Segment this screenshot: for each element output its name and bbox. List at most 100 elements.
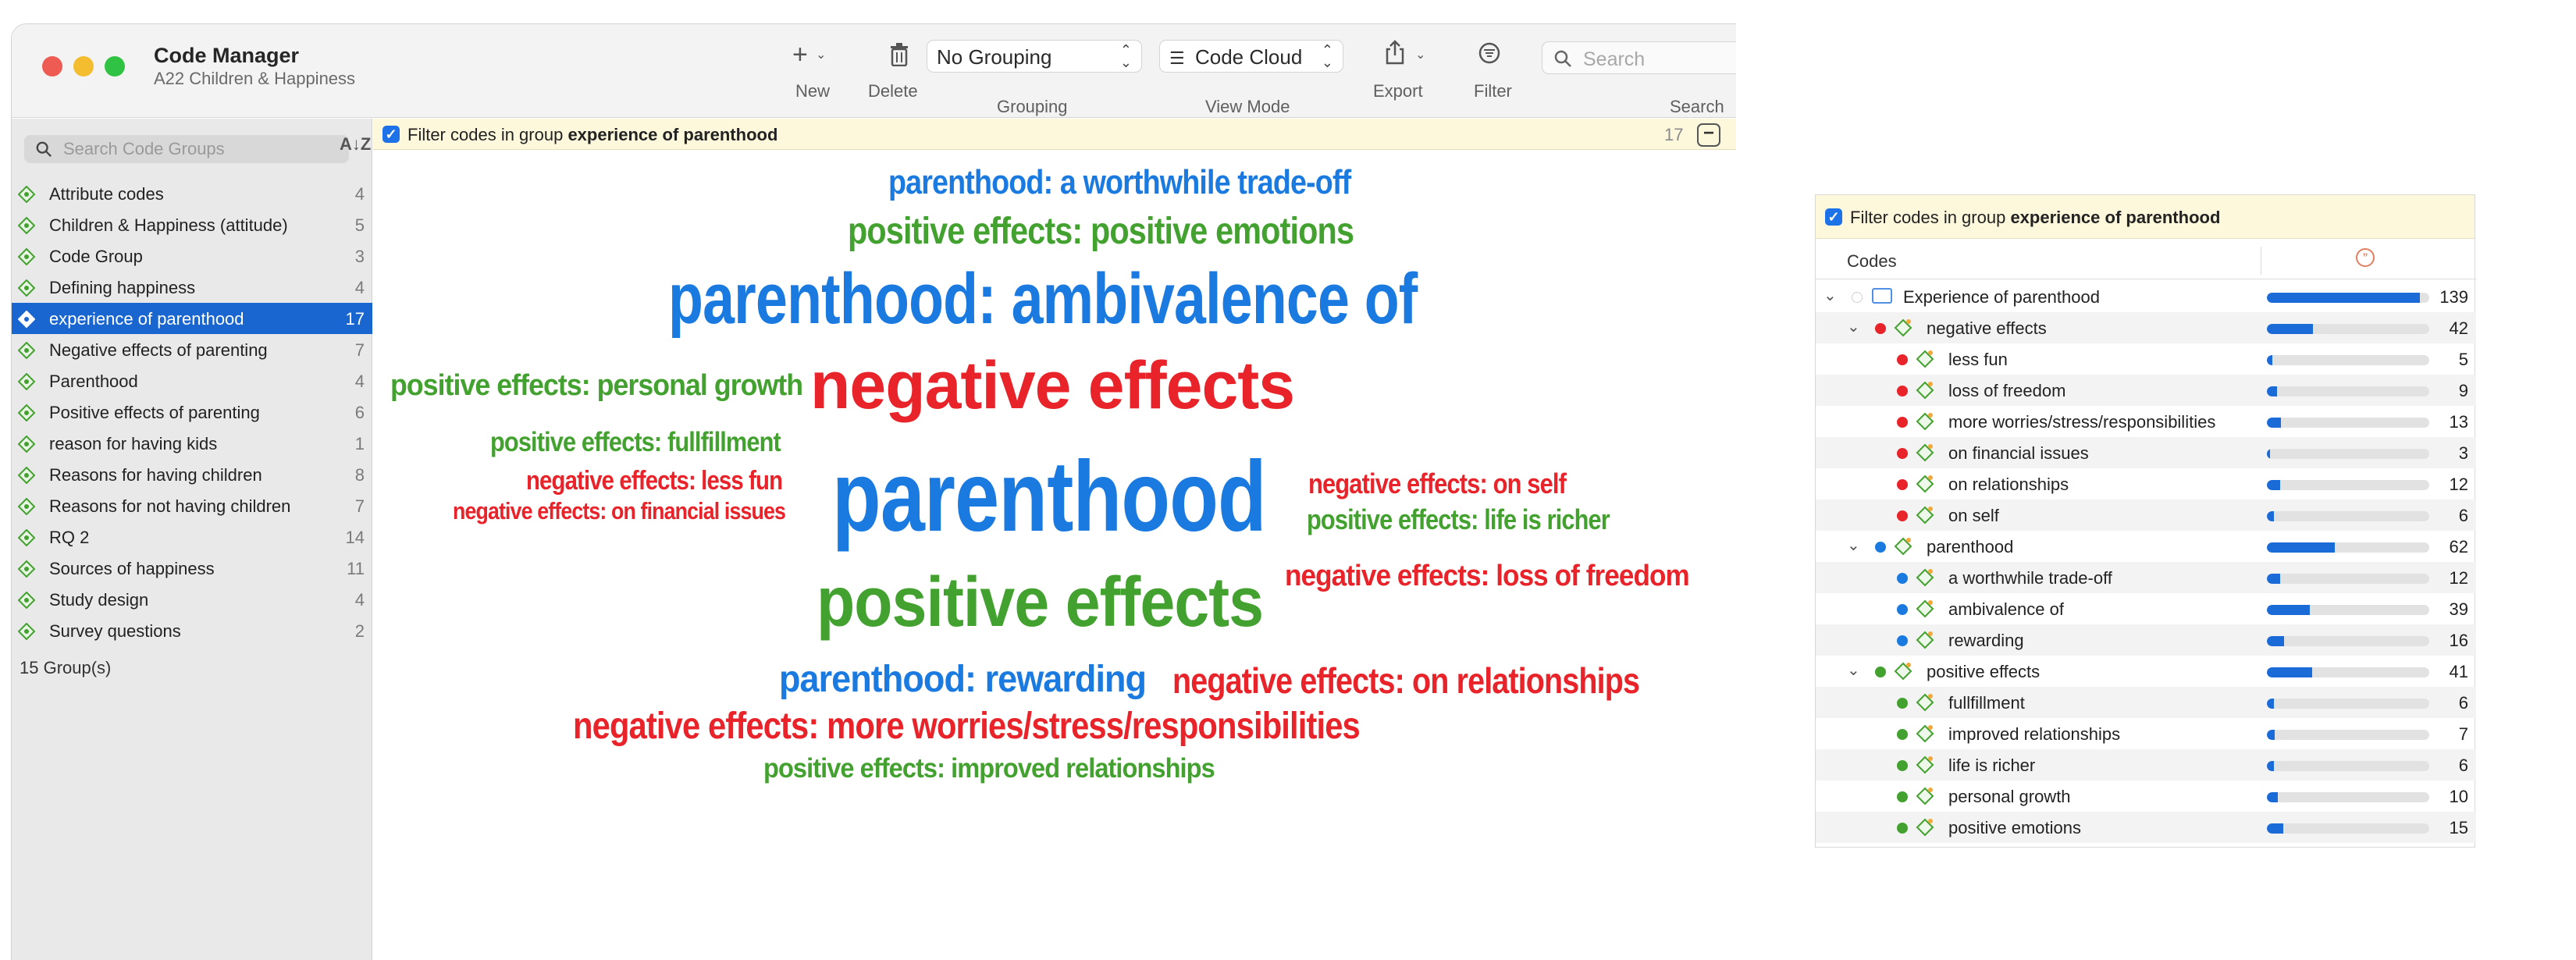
cloud-word[interactable]: negative effects: on self (1308, 468, 1567, 500)
code-group-item[interactable]: Defining happiness 4 (12, 272, 372, 303)
cloud-word[interactable]: parenthood: ambivalence of (668, 258, 1418, 340)
code-tree-row[interactable]: improved relationships 7 (1816, 718, 2476, 749)
code-group-item[interactable]: Code Group 3 (12, 240, 372, 272)
disclosure-chevron-icon[interactable]: ⌄ (1823, 286, 1837, 305)
color-dot (1875, 667, 1886, 677)
code-tree-row[interactable]: personal growth 10 (1816, 780, 2476, 812)
code-group-item[interactable]: Reasons for having children 8 (12, 459, 372, 490)
codes-column-header[interactable]: Codes (1847, 251, 1897, 272)
code-tree-row[interactable]: ⌄ negative effects 42 (1816, 312, 2476, 343)
code-count: 6 (2458, 756, 2468, 775)
code-group-item[interactable]: Sources of happiness 11 (12, 553, 372, 584)
code-tree-row[interactable]: ambivalence of 39 (1816, 593, 2476, 624)
code-count: 42 (2449, 318, 2468, 338)
group-filter-checkbox[interactable]: ✓ (382, 126, 400, 143)
code-group-item[interactable]: experience of parenthood 17 (12, 303, 372, 334)
view-mode-select[interactable]: ☰ Code Cloud ⌃ ⌄ (1159, 40, 1343, 73)
code-label: Experience of parenthood (1903, 287, 2100, 307)
code-icon (1916, 599, 1934, 618)
code-group-count: 7 (354, 340, 365, 360)
code-tree-row[interactable]: on financial issues 3 (1816, 437, 2476, 468)
code-group-item[interactable]: Negative effects of parenting 7 (12, 334, 372, 365)
code-tree-row[interactable]: more worries/stress/responsibilities 13 (1816, 406, 2476, 437)
code-icon (1916, 693, 1934, 712)
color-dot (1897, 698, 1908, 709)
cloud-word[interactable]: parenthood: a worthwhile trade-off (888, 163, 1351, 202)
quotation-count-icon[interactable]: ” (2356, 248, 2375, 267)
code-tree-row[interactable]: a worthwhile trade-off 12 (1816, 562, 2476, 593)
cloud-word[interactable]: parenthood (832, 439, 1267, 554)
frequency-bar-fill (2267, 761, 2274, 771)
code-label: a worthwhile trade-off (1948, 568, 2112, 588)
disclosure-chevron-icon[interactable]: ⌄ (1847, 317, 1860, 336)
code-group-item[interactable]: Survey questions 2 (12, 615, 372, 646)
code-group-item[interactable]: Reasons for not having children 7 (12, 490, 372, 521)
close-window-button[interactable] (42, 56, 62, 76)
export-label: Export (1373, 81, 1423, 101)
code-label: more worries/stress/responsibilities (1948, 412, 2216, 432)
new-button[interactable]: + ⌄ New (777, 24, 839, 118)
code-group-item[interactable]: Study design 4 (12, 584, 372, 615)
sort-az-icon[interactable]: A↓Z (340, 134, 371, 155)
disclosure-chevron-icon[interactable]: ⌄ (1847, 535, 1860, 555)
code-count: 39 (2449, 599, 2468, 619)
code-group-item[interactable]: RQ 2 14 (12, 521, 372, 553)
code-group-icon (18, 498, 35, 515)
panel-filter-checkbox[interactable]: ✓ (1825, 208, 1842, 226)
code-tree-row[interactable]: less fun 5 (1816, 343, 2476, 375)
cloud-word[interactable]: positive effects (817, 563, 1264, 643)
share-icon (1386, 40, 1404, 65)
code-group-item[interactable]: Parenthood 4 (12, 365, 372, 396)
minimize-window-button[interactable] (73, 56, 94, 76)
cloud-word[interactable]: positive effects: fullfillment (490, 427, 781, 458)
code-group-item[interactable]: reason for having kids 1 (12, 428, 372, 459)
code-tree-row[interactable]: positive emotions 15 (1816, 812, 2476, 843)
cloud-word[interactable]: negative effects: more worries/stress/re… (573, 705, 1361, 748)
search-field[interactable]: Search (1542, 41, 1736, 74)
color-dot (1897, 823, 1908, 834)
cloud-word[interactable]: negative effects: on relationships (1172, 660, 1640, 702)
zoom-window-button[interactable] (105, 56, 125, 76)
code-count: 13 (2449, 412, 2468, 432)
cloud-word[interactable]: negative effects: on financial issues (453, 497, 786, 525)
code-group-label: experience of parenthood (49, 309, 244, 329)
group-count-footer: 15 Group(s) (20, 658, 112, 677)
code-group-item[interactable]: Attribute codes 4 (12, 178, 372, 209)
delete-button[interactable]: Delete (863, 24, 933, 118)
code-group-label: Survey questions (49, 621, 181, 641)
code-group-item[interactable]: Positive effects of parenting 6 (12, 396, 372, 428)
frequency-bar (2267, 636, 2429, 646)
panel-filter-text: Filter codes in group experience of pare… (1850, 208, 2220, 228)
frequency-bar-fill (2267, 386, 2277, 396)
cloud-word[interactable]: parenthood: rewarding (779, 658, 1147, 701)
code-group-count: 17 (345, 309, 365, 329)
code-tree-row[interactable]: fullfillment 6 (1816, 687, 2476, 718)
cloud-word[interactable]: positive effects: life is richer (1307, 503, 1610, 536)
cloud-word[interactable]: positive effects: personal growth (390, 369, 803, 403)
cloud-word[interactable]: negative effects (810, 347, 1295, 425)
code-icon (1916, 631, 1934, 649)
filter-button[interactable]: Filter (1464, 24, 1518, 118)
code-group-item[interactable]: Children & Happiness (attitude) 5 (12, 209, 372, 240)
collapse-filter-button[interactable]: − (1697, 123, 1720, 147)
cloud-word[interactable]: positive effects: positive emotions (848, 210, 1354, 253)
code-group-count: 1 (354, 434, 365, 453)
code-tree-row[interactable]: on self 6 (1816, 500, 2476, 531)
cloud-word[interactable]: positive effects: improved relationships (763, 753, 1215, 784)
disclosure-chevron-icon[interactable]: ⌄ (1847, 660, 1860, 680)
code-tree-row[interactable]: rewarding 16 (1816, 624, 2476, 656)
code-group-search-input[interactable]: Search Code Groups (24, 135, 349, 163)
cloud-word[interactable]: negative effects: loss of freedom (1285, 560, 1690, 593)
code-tree-row[interactable]: on relationships 12 (1816, 468, 2476, 500)
grouping-select[interactable]: No Grouping ⌃ ⌄ (927, 40, 1142, 73)
cloud-word[interactable]: negative effects: less fun (526, 466, 783, 496)
code-tree-row[interactable]: loss of freedom 9 (1816, 375, 2476, 406)
code-group-label: Positive effects of parenting (49, 403, 260, 422)
view-mode-label: View Mode (1205, 97, 1290, 116)
code-tree-row[interactable]: ⌄ Experience of parenthood 139 (1816, 281, 2476, 312)
code-tree-row[interactable]: ⌄ parenthood 62 (1816, 531, 2476, 562)
code-tree-row[interactable]: life is richer 6 (1816, 749, 2476, 780)
export-button[interactable]: ⌄ Export (1370, 24, 1440, 118)
code-label: on self (1948, 506, 1999, 525)
code-tree-row[interactable]: ⌄ positive effects 41 (1816, 656, 2476, 687)
